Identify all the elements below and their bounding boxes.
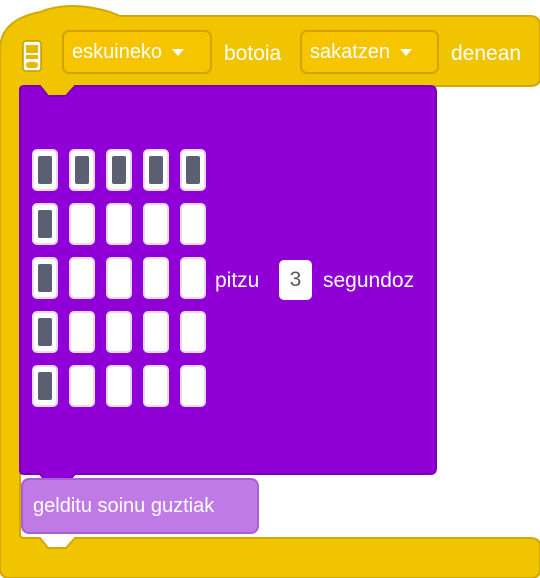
stop-all-sounds-block[interactable]: gelditu soinu guztiak [21, 478, 259, 534]
led-cell[interactable] [180, 149, 206, 191]
chevron-down-icon [400, 48, 413, 56]
led-cell[interactable] [32, 365, 58, 407]
seconds-input[interactable]: 3 [279, 260, 312, 300]
led-cell[interactable] [106, 149, 132, 191]
led-cell[interactable] [180, 203, 206, 245]
led-cell[interactable] [106, 203, 132, 245]
led-cell[interactable] [69, 257, 95, 299]
segundoz-label: segundoz [323, 269, 415, 292]
led-cell[interactable] [143, 203, 169, 245]
led-cell[interactable] [32, 311, 58, 353]
led-cell[interactable] [32, 203, 58, 245]
led-cell[interactable] [32, 149, 58, 191]
led-cell[interactable] [106, 311, 132, 353]
botoia-label: botoia [224, 42, 282, 65]
led-cell[interactable] [143, 311, 169, 353]
led-cell[interactable] [69, 365, 95, 407]
denean-label: denean [451, 42, 522, 65]
led-cell[interactable] [69, 311, 95, 353]
led-cell[interactable] [32, 257, 58, 299]
led-cell[interactable] [143, 149, 169, 191]
led-cell[interactable] [69, 149, 95, 191]
pitzu-label: pitzu [215, 269, 260, 292]
led-cell[interactable] [143, 257, 169, 299]
action-dropdown[interactable]: sakatzen [300, 30, 439, 74]
led-cell[interactable] [180, 365, 206, 407]
action-dropdown-label: sakatzen [310, 40, 391, 63]
led-cell[interactable] [69, 203, 95, 245]
chevron-down-icon [172, 48, 185, 56]
microbit-icon [22, 40, 42, 72]
led-cell[interactable] [106, 257, 132, 299]
led-cell[interactable] [180, 257, 206, 299]
led-cell[interactable] [180, 311, 206, 353]
button-dropdown[interactable]: eskuineko [62, 30, 212, 74]
button-dropdown-label: eskuineko [72, 40, 163, 63]
led-cell[interactable] [106, 365, 132, 407]
stop-all-sounds-label: gelditu soinu guztiak [33, 494, 215, 517]
led-cell[interactable] [143, 365, 169, 407]
